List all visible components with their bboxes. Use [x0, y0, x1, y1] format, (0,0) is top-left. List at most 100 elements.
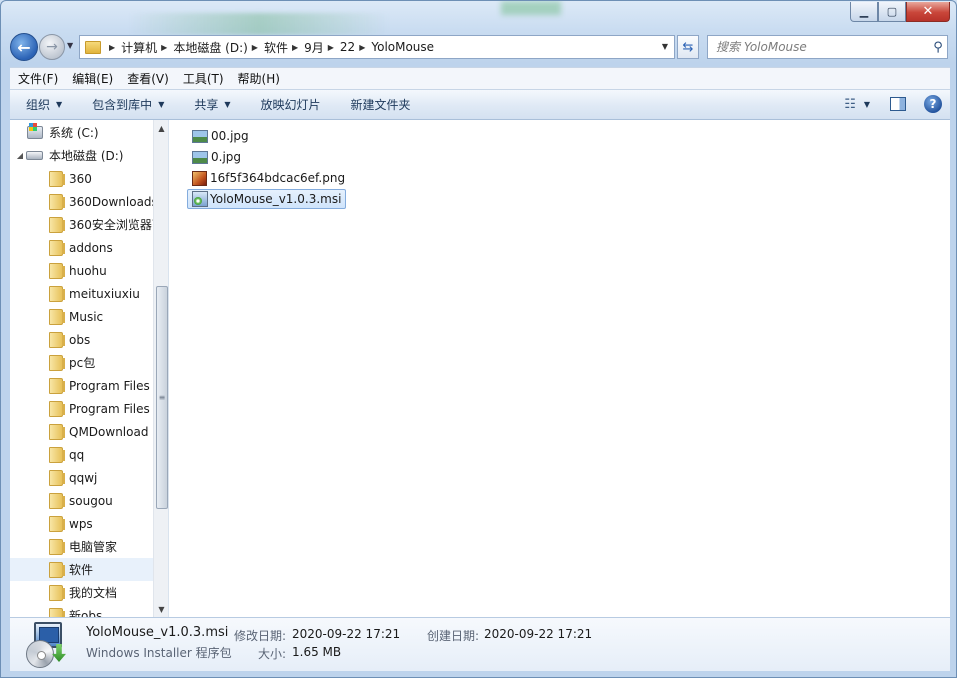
- tree-item-label: Program Files: [69, 378, 150, 393]
- tree-item-folder[interactable]: qqwj: [10, 466, 153, 489]
- menu-item[interactable]: 文件(F): [10, 70, 64, 87]
- file-item[interactable]: 0.jpg: [187, 147, 246, 167]
- tree-item-folder[interactable]: obs: [10, 328, 153, 351]
- folder-icon: [49, 331, 65, 348]
- tree-item-folder[interactable]: 360Downloads: [10, 190, 153, 213]
- tree-item-label: 本地磁盘 (D:): [49, 149, 124, 163]
- view-options-icon[interactable]: ☷: [844, 97, 856, 112]
- tree-item-folder[interactable]: 新obs: [10, 604, 153, 617]
- folder-icon: [49, 538, 65, 555]
- tree-item-folder[interactable]: 360安全浏览器下载: [10, 213, 153, 236]
- maximize-button[interactable]: ▢: [878, 2, 906, 22]
- breadcrumb-item[interactable]: 本地磁盘 (D:): [173, 39, 247, 56]
- back-button[interactable]: ←: [10, 33, 38, 61]
- scrollbar-thumb[interactable]: ≡: [156, 286, 168, 509]
- navigation-scrollbar[interactable]: ▲ ≡ ▼: [153, 120, 168, 617]
- address-history-dropdown[interactable]: ▼: [662, 42, 668, 51]
- blurred-caption-accent: [501, 1, 561, 15]
- tree-item-folder[interactable]: huohu: [10, 259, 153, 282]
- file-item[interactable]: 00.jpg: [187, 126, 254, 146]
- breadcrumb-item[interactable]: 22: [340, 40, 355, 54]
- slideshow-button[interactable]: 放映幻灯片: [245, 96, 335, 113]
- folder-icon: [49, 423, 65, 440]
- refresh-icon: ⇆: [682, 39, 694, 55]
- tree-item-folder[interactable]: Music: [10, 305, 153, 328]
- tree-item-folder[interactable]: Program Files (x86): [10, 397, 153, 420]
- close-button[interactable]: ✕: [906, 2, 950, 22]
- tree-item-folder[interactable]: 我的文档: [10, 581, 153, 604]
- tree-item-folder[interactable]: sougou: [10, 489, 153, 512]
- menu-item[interactable]: 帮助(H): [230, 70, 286, 87]
- search-icon[interactable]: ⚲: [929, 40, 947, 55]
- drive-c-icon: [27, 123, 43, 139]
- new-folder-button[interactable]: 新建文件夹: [335, 96, 425, 113]
- folder-icon: [49, 262, 65, 279]
- content-area: 系统 (C:) ◢ 本地磁盘 (D:) 360 360Downloads 360安全浏览器…: [10, 120, 950, 617]
- scroll-up-arrow-icon[interactable]: ▲: [154, 120, 168, 136]
- breadcrumb-separator-icon[interactable]: ▶: [109, 43, 115, 52]
- breadcrumb-separator-icon[interactable]: ▶: [328, 43, 334, 52]
- tree-item-label: addons: [69, 240, 113, 255]
- organize-label: 组织: [26, 98, 51, 112]
- organize-button[interactable]: 组织 ▼: [10, 96, 76, 113]
- expand-arrow-icon[interactable]: ◢: [14, 151, 26, 160]
- folder-icon: [49, 170, 65, 187]
- title-bar[interactable]: ▁ ▢ ✕: [1, 1, 956, 35]
- file-item[interactable]: YoloMouse_v1.0.3.msi: [187, 189, 347, 209]
- search-box[interactable]: ⚲: [707, 35, 948, 59]
- installer-file-icon: [192, 191, 208, 207]
- tree-item-folder[interactable]: 360: [10, 167, 153, 190]
- breadcrumb-item[interactable]: 9月: [304, 39, 324, 56]
- breadcrumb-separator-icon[interactable]: ▶: [292, 43, 298, 52]
- menu-item[interactable]: 查看(V): [119, 70, 175, 87]
- tree-item-label: 新obs: [69, 609, 103, 617]
- tree-item-label: Music: [69, 309, 104, 324]
- menu-item[interactable]: 工具(T): [175, 70, 230, 87]
- breadcrumb-separator-icon[interactable]: ▶: [252, 43, 258, 52]
- view-options-dropdown[interactable]: ▼: [864, 100, 870, 109]
- forward-arrow-icon: →: [46, 39, 58, 55]
- forward-button[interactable]: →: [39, 34, 65, 60]
- tree-item-folder[interactable]: pc包: [10, 351, 153, 374]
- share-button[interactable]: 共享 ▼: [178, 96, 244, 113]
- breadcrumb-item[interactable]: 软件: [264, 39, 288, 56]
- drive-d-icon: [26, 151, 43, 160]
- breadcrumb-item[interactable]: 计算机: [121, 39, 157, 56]
- minimize-button[interactable]: ▁: [850, 2, 878, 22]
- tree-item-folder[interactable]: Program Files: [10, 374, 153, 397]
- tree-item-folder[interactable]: QMDownload: [10, 420, 153, 443]
- chevron-down-icon: ▼: [158, 100, 165, 109]
- recent-pages-dropdown[interactable]: ▼: [67, 41, 73, 50]
- include-in-library-label: 包含到库中: [92, 98, 153, 112]
- preview-pane-icon[interactable]: [890, 97, 906, 111]
- include-in-library-button[interactable]: 包含到库中 ▼: [76, 96, 178, 113]
- tree-item-folder[interactable]: wps: [10, 512, 153, 535]
- search-input[interactable]: [708, 40, 929, 54]
- tree-item-drive[interactable]: 系统 (C:): [10, 121, 153, 144]
- scroll-down-arrow-icon[interactable]: ▼: [154, 601, 168, 617]
- tree-item-label: 电脑管家: [69, 540, 118, 554]
- file-item[interactable]: 16f5f364bdcac6ef.png: [187, 168, 350, 188]
- tree-item-label: pc包: [69, 356, 96, 370]
- tree-item-label: huohu: [69, 263, 107, 278]
- tree-item-folder[interactable]: 电脑管家: [10, 535, 153, 558]
- tree-item-drive[interactable]: ◢ 本地磁盘 (D:): [10, 144, 153, 167]
- menu-item[interactable]: 编辑(E): [64, 70, 119, 87]
- address-bar[interactable]: ▶ 计算机 ▶ 本地磁盘 (D:) ▶ 软件 ▶ 9月 ▶ 22 ▶ YoloMouse ▼: [79, 35, 675, 59]
- tree-item-label: 我的文档: [69, 586, 118, 600]
- breadcrumb-separator-icon[interactable]: ▶: [161, 43, 167, 52]
- breadcrumb-separator-icon[interactable]: ▶: [359, 43, 365, 52]
- tree-item-folder[interactable]: addons: [10, 236, 153, 259]
- folder-icon: [49, 446, 65, 463]
- refresh-button[interactable]: ⇆: [677, 35, 699, 59]
- back-arrow-icon: ←: [17, 37, 31, 57]
- tree-item-folder[interactable]: meituxiuxiu: [10, 282, 153, 305]
- navigation-pane: 系统 (C:) ◢ 本地磁盘 (D:) 360 360Downloads 360安全浏览器…: [10, 120, 169, 617]
- image-file-icon: [192, 150, 208, 164]
- slideshow-label: 放映幻灯片: [260, 98, 321, 112]
- breadcrumb-item[interactable]: YoloMouse: [371, 40, 434, 54]
- tree-item-folder[interactable]: 软件: [10, 558, 153, 581]
- tree-item-folder[interactable]: qq: [10, 443, 153, 466]
- help-icon[interactable]: ?: [924, 95, 942, 113]
- folder-tree: 系统 (C:) ◢ 本地磁盘 (D:) 360 360Downloads 360安全浏览器…: [10, 120, 153, 617]
